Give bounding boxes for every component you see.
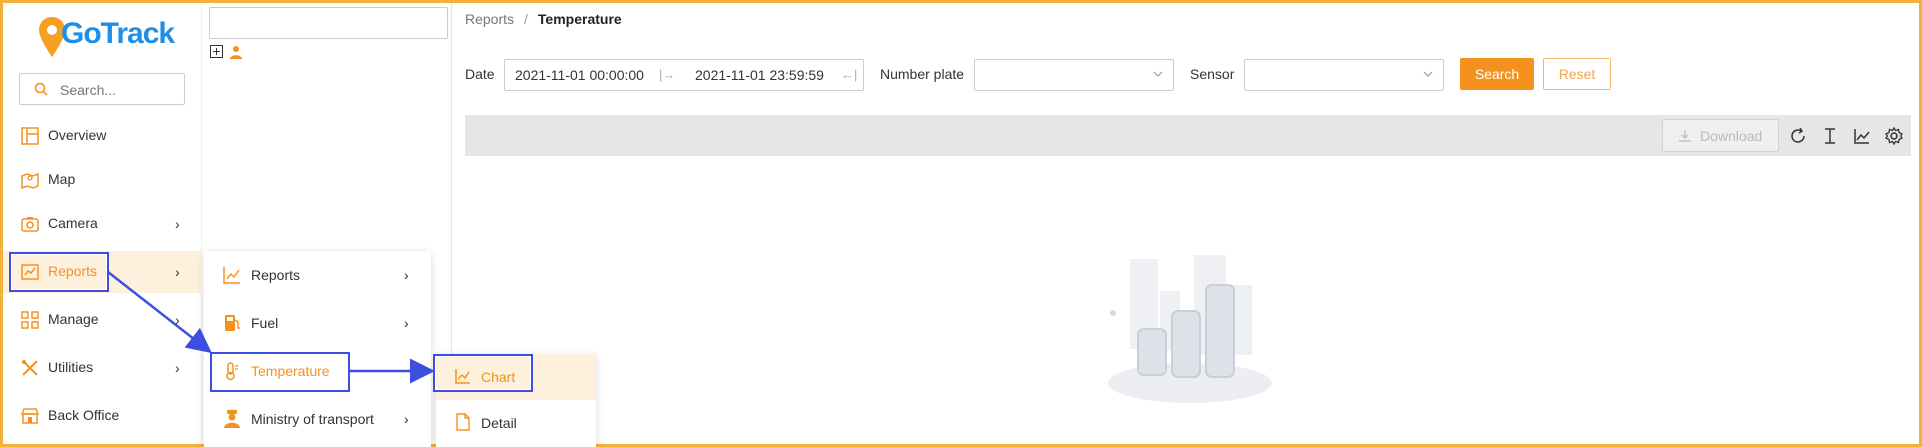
arrow-reports-to-temperature <box>107 271 212 354</box>
annotation-arrows <box>107 271 435 384</box>
